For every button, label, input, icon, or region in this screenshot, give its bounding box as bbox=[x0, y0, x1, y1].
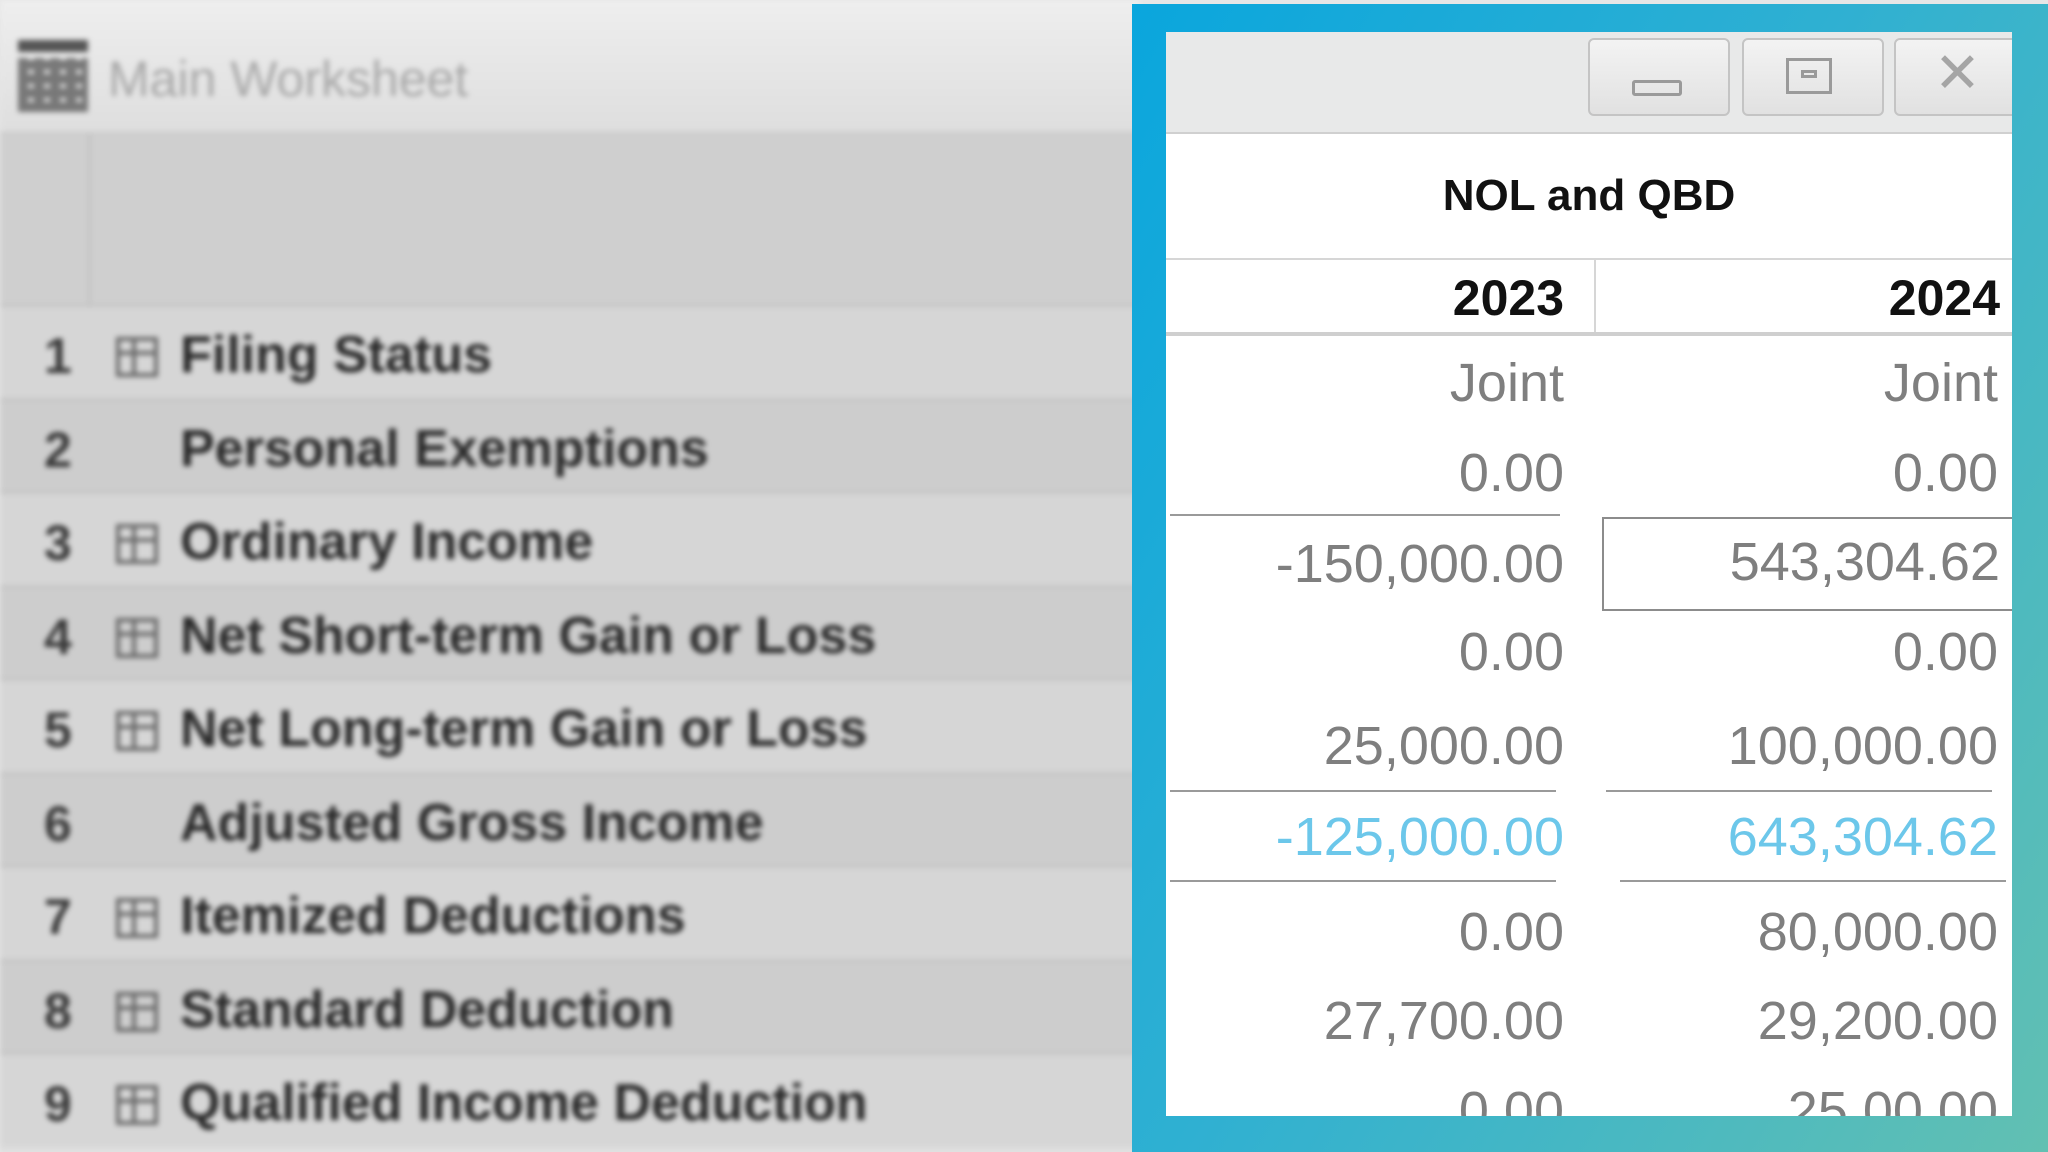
expand-icon[interactable] bbox=[116, 711, 158, 751]
row-label: Standard Deduction bbox=[180, 980, 675, 1039]
value-cell-2024[interactable]: 0.00 bbox=[1598, 607, 1998, 697]
value-row-qualified-income-deduction: 0.00 25,00.00 bbox=[1166, 1066, 2012, 1116]
expand-icon[interactable] bbox=[116, 524, 158, 564]
close-icon: ✕ bbox=[1934, 41, 1981, 106]
worksheet-rows: 1 Filing Status 2 Personal Exemptions 3 … bbox=[0, 304, 1140, 1146]
computed-value-2024: 643,304.62 bbox=[1727, 807, 1998, 867]
row-label: Personal Exemptions bbox=[180, 419, 709, 478]
row-label: Adjusted Gross Income bbox=[180, 793, 764, 852]
subtotal-rule bbox=[1170, 514, 1560, 516]
value-row-filing-status: Joint Joint bbox=[1166, 338, 2012, 428]
value-cell-2024[interactable]: 25,00.00 bbox=[1598, 1066, 1998, 1116]
value-cell-2023[interactable]: 27,700.00 bbox=[1166, 976, 1564, 1066]
value-cell-2023[interactable]: 0.00 bbox=[1166, 1066, 1564, 1116]
maximize-icon bbox=[1786, 58, 1832, 94]
header-divider bbox=[1166, 332, 2012, 336]
row-number: 9 bbox=[44, 1076, 72, 1132]
value-cell-2024[interactable]: 29,200.00 bbox=[1598, 976, 1998, 1066]
spreadsheet-icon bbox=[18, 40, 88, 112]
total-rule bbox=[1620, 880, 2006, 882]
expand-icon[interactable] bbox=[116, 991, 158, 1032]
row-label: Net Short-term Gain or Loss bbox=[180, 606, 877, 665]
worksheet-row[interactable]: 1 Filing Status bbox=[0, 304, 1140, 398]
expand-icon[interactable] bbox=[116, 337, 158, 377]
value-cell-2024[interactable]: 80,000.00 bbox=[1598, 887, 1998, 977]
value-row-standard-deduction: 27,700.00 29,200.00 bbox=[1166, 976, 2012, 1066]
value-row-net-long-term: 25,000.00 100,000.00 bbox=[1166, 701, 2012, 791]
worksheet-row[interactable]: 5 Net Long-term Gain or Loss bbox=[0, 678, 1140, 772]
row-number: 1 bbox=[44, 328, 72, 384]
row-number: 6 bbox=[44, 795, 72, 852]
worksheet-column-header bbox=[0, 134, 1140, 304]
worksheet-row[interactable]: 3 Ordinary Income bbox=[0, 491, 1140, 585]
close-button[interactable]: ✕ bbox=[1894, 38, 2012, 116]
column-header-2023: 2023 bbox=[1166, 258, 1596, 332]
row-label: Filing Status bbox=[180, 326, 492, 384]
value-cell-2024[interactable]: 100,000.00 bbox=[1598, 701, 1998, 791]
row-number: 3 bbox=[44, 515, 72, 571]
computed-value-2023: -125,000.00 bbox=[1275, 807, 1564, 867]
value-cell-2023[interactable]: Joint bbox=[1166, 338, 1564, 428]
worksheet-row[interactable]: 6 Adjusted Gross Income bbox=[0, 771, 1140, 865]
worksheet-row[interactable]: 9 Qualified Income Deduction bbox=[0, 1052, 1140, 1146]
value-cell-2023[interactable]: 0.00 bbox=[1166, 887, 1564, 977]
section-title: NOL and QBD bbox=[1166, 134, 2012, 260]
value-cell-2024-selected[interactable]: 543,304.62 bbox=[1602, 517, 2012, 611]
value-row-adjusted-gross-income: -125,000.00 643,304.62 bbox=[1166, 792, 2012, 882]
value-row-net-short-term: 0.00 0.00 bbox=[1166, 607, 2012, 697]
maximize-button[interactable] bbox=[1742, 38, 1884, 116]
column-header-2024: 2024 bbox=[1888, 270, 2000, 326]
value-row-ordinary-income: -150,000.00 543,304.62 bbox=[1166, 517, 2012, 611]
minimize-button[interactable] bbox=[1588, 38, 1730, 116]
worksheet-row[interactable]: 7 Itemized Deductions bbox=[0, 865, 1140, 959]
worksheet-title: Main Worksheet bbox=[108, 51, 469, 107]
row-number: 7 bbox=[44, 889, 72, 945]
expand-icon[interactable] bbox=[116, 617, 158, 658]
value-cell-2024[interactable]: 0.00 bbox=[1598, 428, 1998, 518]
value-cell-2023[interactable]: 0.00 bbox=[1166, 428, 1564, 518]
value-cell-2023[interactable]: 25,000.00 bbox=[1166, 701, 1564, 791]
row-number: 8 bbox=[44, 982, 72, 1039]
row-label: Qualified Income Deduction bbox=[180, 1074, 868, 1132]
value-cell-2023[interactable]: 0.00 bbox=[1166, 607, 1564, 697]
value-row-personal-exemptions: 0.00 0.00 bbox=[1166, 428, 2012, 518]
expand-icon[interactable] bbox=[116, 898, 158, 938]
worksheet-row[interactable]: 4 Net Short-term Gain or Loss bbox=[0, 584, 1140, 678]
row-label: Itemized Deductions bbox=[180, 887, 686, 945]
row-number: 4 bbox=[44, 608, 72, 665]
main-worksheet-window: Main Worksheet 1 Filing Status 2 Persona… bbox=[0, 0, 1140, 1152]
worksheet-titlebar: Main Worksheet bbox=[0, 0, 1140, 134]
window-titlebar: ✕ bbox=[1166, 32, 2012, 134]
expand-icon[interactable] bbox=[116, 1085, 158, 1125]
total-rule bbox=[1170, 880, 1556, 882]
worksheet-row[interactable]: 8 Standard Deduction bbox=[0, 958, 1140, 1052]
nol-qbd-window: ✕ NOL and QBD 2023 2024 Joint Joint 0.00… bbox=[1166, 32, 2012, 1116]
worksheet-row[interactable]: 2 Personal Exemptions bbox=[0, 397, 1140, 491]
value-cell-2024[interactable]: Joint bbox=[1598, 338, 1998, 428]
value-cell-2023[interactable]: -150,000.00 bbox=[1166, 519, 1564, 609]
row-label: Ordinary Income bbox=[180, 513, 594, 571]
row-number: 5 bbox=[44, 702, 72, 758]
value-row-itemized-deductions: 0.00 80,000.00 bbox=[1166, 887, 2012, 977]
row-label: Net Long-term Gain or Loss bbox=[180, 700, 868, 758]
minimize-icon bbox=[1632, 80, 1682, 96]
row-number: 2 bbox=[44, 421, 72, 478]
